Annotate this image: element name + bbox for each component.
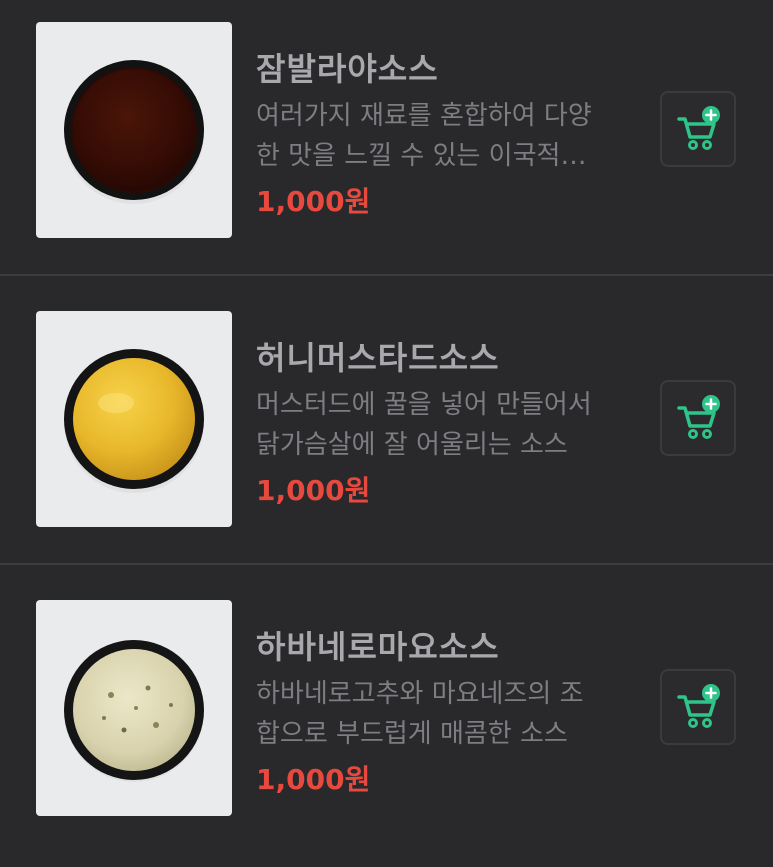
product-image-jambalaya-sauce[interactable] [36,22,232,238]
product-image-habanero-mayo-sauce[interactable] [36,600,232,816]
add-to-cart-button[interactable] [660,91,736,167]
description-line: 한 맛을 느낄 수 있는 이국적… [256,141,587,171]
product-price: 1,000원 [256,763,371,796]
divider [0,563,773,565]
product-price: 1,000원 [256,474,371,507]
menu-item[interactable]: 허니머스타드소스 머스터드에 꿀을 넣어 만들어서 닭가슴살에 잘 어울리는 소… [0,289,773,578]
description-line: 머스터드에 꿀을 넣어 만들어서 [256,390,592,420]
cart-add-icon [677,684,720,728]
menu-item[interactable]: 잠발라야소스 여러가지 재료를 혼합하여 다양 한 맛을 느낄 수 있는 이국적… [0,0,773,289]
product-description: 여러가지 재료를 혼합하여 다양 한 맛을 느낄 수 있는 이국적… [256,96,616,176]
menu-item[interactable]: 하바네로마요소스 하바네로고추와 마요네즈의 조 합으로 부드럽게 매콤한 소스… [0,578,773,867]
description-line: 하바네로고추와 마요네즈의 조 [256,679,584,709]
product-price: 1,000원 [256,185,371,218]
menu-list: 잠발라야소스 여러가지 재료를 혼합하여 다양 한 맛을 느낄 수 있는 이국적… [0,0,773,831]
cart-add-icon [677,395,720,439]
product-description: 하바네로고추와 마요네즈의 조 합으로 부드럽게 매콤한 소스 [256,674,616,754]
description-line: 합으로 부드럽게 매콤한 소스 [256,719,568,749]
cart-add-icon [677,106,720,150]
product-name: 하바네로마요소스 [256,628,500,666]
description-line: 닭가슴살에 잘 어울리는 소스 [256,430,568,460]
product-name: 허니머스타드소스 [256,339,500,377]
product-image-honey-mustard-sauce[interactable] [36,311,232,527]
description-line: 여러가지 재료를 혼합하여 다양 [256,101,592,131]
product-name: 잠발라야소스 [256,50,439,88]
product-description: 머스터드에 꿀을 넣어 만들어서 닭가슴살에 잘 어울리는 소스 [256,385,616,465]
add-to-cart-button[interactable] [660,380,736,456]
add-to-cart-button[interactable] [660,669,736,745]
divider [0,274,773,276]
